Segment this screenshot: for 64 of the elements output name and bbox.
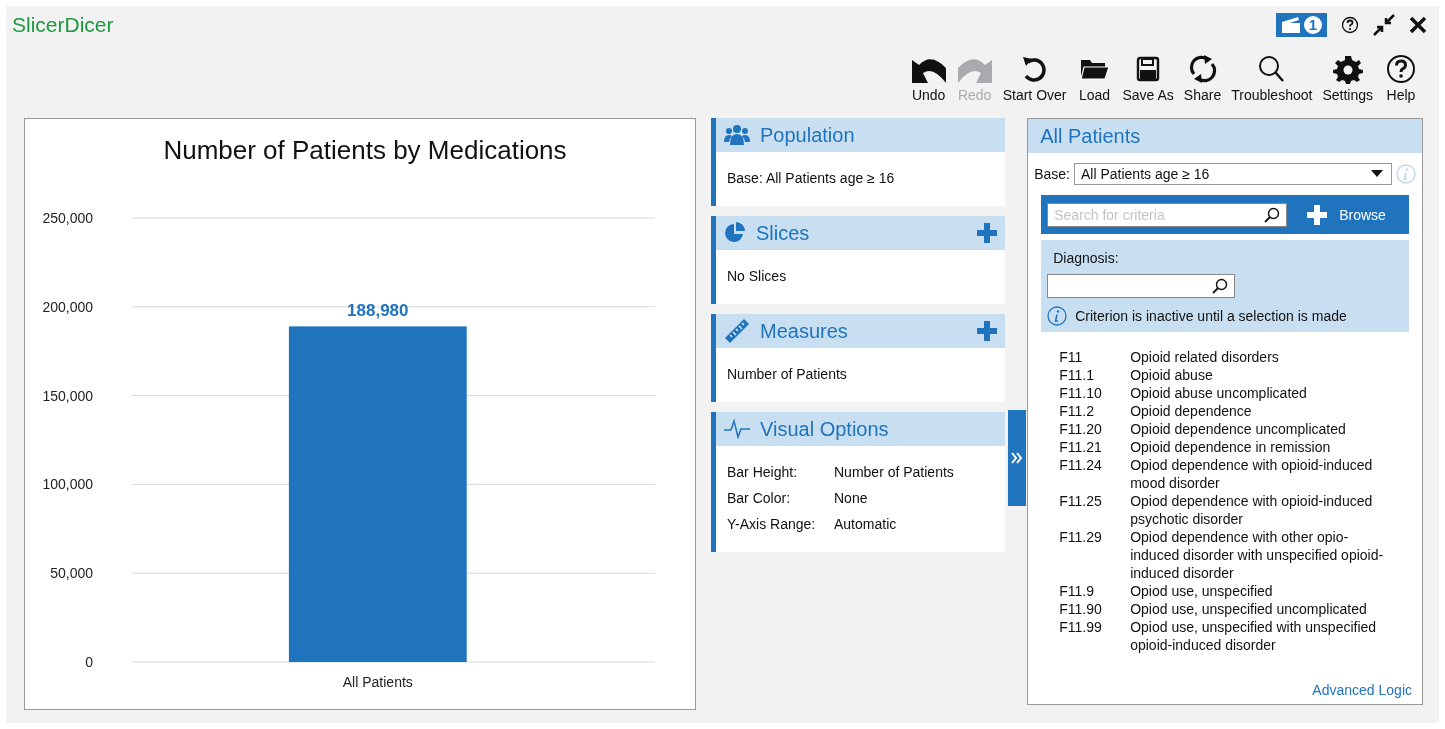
diagnosis-code: F11.1: [1059, 366, 1095, 384]
diagnosis-description[interactable]: Opiod dependence with opioid-induced mood disorder: [1130, 456, 1387, 492]
diagnosis-description[interactable]: Opiod dependence with opioid-induced psychotic disorder: [1130, 492, 1387, 528]
option-label: Bar Color:: [727, 490, 792, 506]
diagnosis-description[interactable]: Opiod use, unspecified uncomplicated: [1130, 600, 1387, 618]
section-text: No Slices: [727, 268, 787, 284]
diagnosis-code: F11.24: [1059, 456, 1103, 475]
diagnosis-description[interactable]: Opioid abuse uncomplicated: [1130, 384, 1387, 402]
section-title: Population: [760, 123, 856, 147]
bar-value-label: 188,980: [347, 301, 409, 321]
diagnosis-code: F11: [1059, 348, 1084, 366]
search-field[interactable]: Search for criteria: [1047, 202, 1288, 227]
start-over-button[interactable]: Start Over: [998, 54, 1071, 108]
notifications-button[interactable]: 1: [1276, 13, 1327, 37]
option-value: Automatic: [834, 516, 898, 532]
app-title: SlicerDicer: [12, 13, 114, 37]
diagnosis-description[interactable]: Opioid abuse: [1130, 366, 1387, 384]
diagnosis-code: F11.2: [1059, 402, 1095, 420]
section-text: Number of Patients: [727, 366, 847, 382]
diagnosis-description[interactable]: Opiod use, unspecified with unspecified opioid-induced disorder: [1130, 618, 1387, 654]
browse-button[interactable]: Browse: [1301, 203, 1392, 226]
diagnosis-code: F11.99: [1059, 618, 1103, 637]
diagnosis-code: F11.20: [1059, 420, 1103, 438]
option-value: None: [834, 490, 869, 506]
load-button[interactable]: Load: [1072, 54, 1117, 108]
y-tick-label: 50,000: [50, 565, 93, 582]
diagnosis-description[interactable]: Opioid dependence in remission: [1130, 438, 1387, 456]
x-category-label: All Patients: [342, 674, 413, 690]
base-dropdown[interactable]: All Patients age ≥ 16: [1074, 163, 1392, 185]
section-text: Base: All Patients age ≥ 16: [727, 170, 895, 186]
diagnosis-description[interactable]: Opiod dependence with other opio-induced disorder with unspecified opioid-induced disorder: [1130, 528, 1387, 582]
diagnosis-code: F11.21: [1059, 438, 1103, 456]
y-tick-label: 250,000: [42, 210, 93, 226]
diagnosis-description[interactable]: Opioid dependence uncomplicated: [1130, 420, 1387, 438]
option-value: Number of Patients: [834, 464, 955, 480]
base-label: Base:: [1034, 166, 1070, 182]
diagnosis-label: Diagnosis:: [1052, 250, 1120, 266]
y-tick-label: 200,000: [42, 298, 93, 315]
help-button[interactable]: Help: [1379, 54, 1423, 108]
section-title: Visual Options: [760, 417, 890, 441]
y-tick-label: 0: [85, 654, 93, 670]
diagnosis-code: F11.29: [1059, 528, 1103, 547]
option-label: Y-Axis Range:: [727, 516, 817, 532]
advanced-logic-link[interactable]: Advanced Logic: [1312, 682, 1412, 698]
troubleshoot-button[interactable]: Troubleshoot: [1227, 54, 1317, 108]
diagnosis-description[interactable]: Opiod use, unspecified: [1130, 582, 1387, 600]
notice-text: Criterion is inactive until a selection is made: [1075, 308, 1347, 324]
diagnosis-code: F11.90: [1059, 600, 1103, 618]
diagnosis-code: F11.25: [1059, 492, 1103, 511]
diagnosis-code: F11.9: [1059, 582, 1095, 600]
diagnosis-description[interactable]: Opioid related disorders: [1130, 348, 1387, 366]
option-label: Bar Height:: [727, 464, 799, 480]
save-button[interactable]: Save As: [1118, 54, 1178, 108]
undo-button[interactable]: Undo: [906, 54, 951, 108]
chart-title: Number of Patients by Medications: [163, 135, 567, 165]
y-tick-label: 150,000: [42, 387, 93, 404]
section-title: Slices: [756, 221, 811, 245]
y-tick-label: 100,000: [42, 476, 93, 493]
section-title: Measures: [760, 319, 849, 343]
settings-button[interactable]: Settings: [1318, 54, 1377, 108]
diagnosis-code: F11.10: [1059, 384, 1103, 402]
share-button[interactable]: Share: [1179, 54, 1226, 108]
diagnosis-description[interactable]: Opioid dependence: [1130, 402, 1387, 420]
panel-title: All Patients: [1040, 124, 1141, 148]
